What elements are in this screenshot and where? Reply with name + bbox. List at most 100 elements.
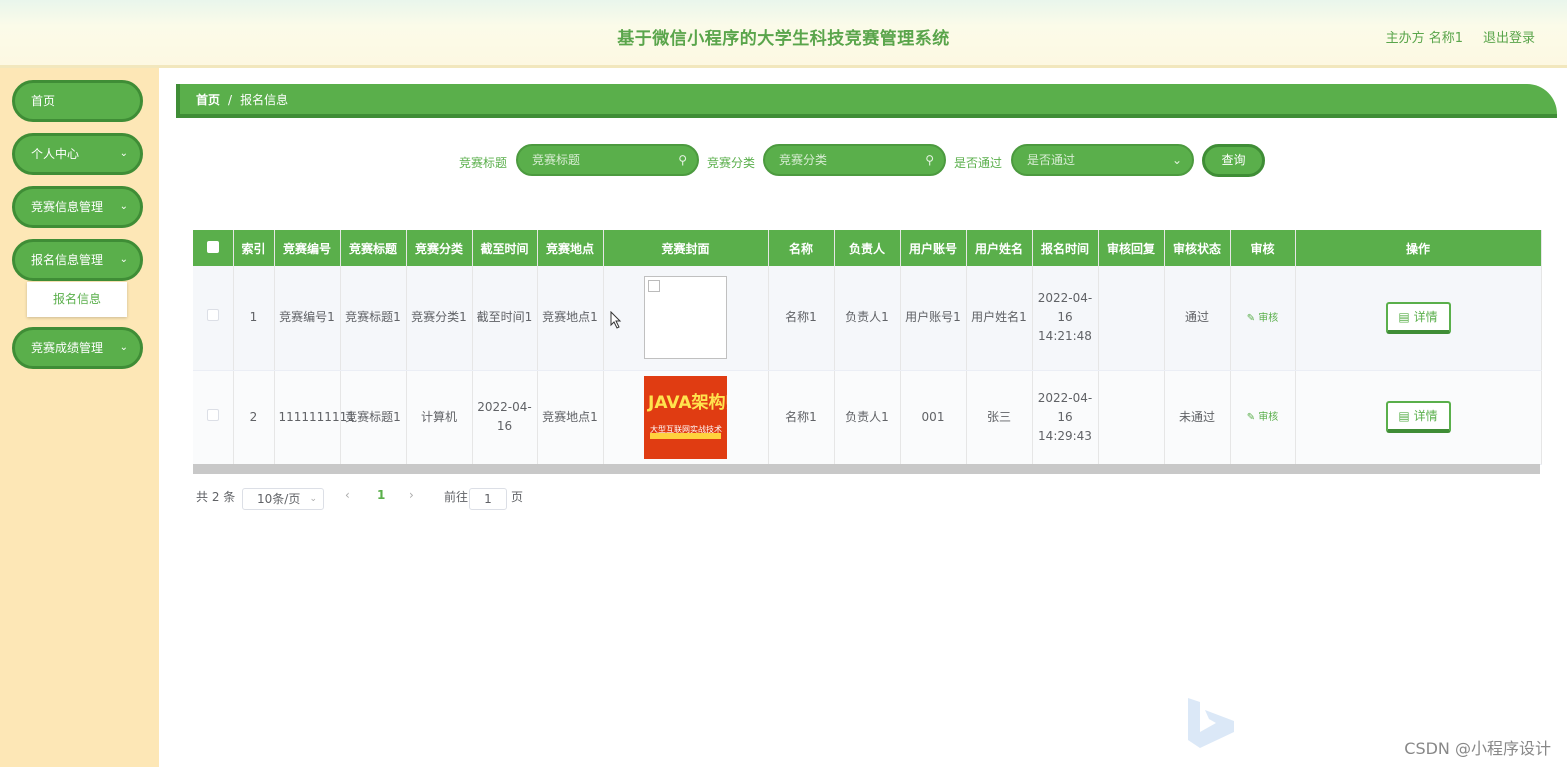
- chevron-down-icon: ⌄: [119, 342, 128, 353]
- column-header: 竞赛地点: [537, 230, 604, 266]
- document-icon: ▤: [1398, 309, 1410, 324]
- goto-page-input[interactable]: 1: [469, 488, 507, 510]
- column-header: 竞赛编号: [274, 230, 341, 266]
- sidebar-item-label: 个人中心: [31, 147, 80, 161]
- sidebar-item-label: 首页: [31, 94, 56, 108]
- page-number[interactable]: 1: [377, 488, 385, 502]
- cell-index: 1: [233, 266, 275, 371]
- column-header: 名称: [768, 230, 835, 266]
- category-search-input[interactable]: 竞赛分类 ⚲: [763, 144, 946, 176]
- cell-action: ▤ 详情: [1295, 370, 1542, 465]
- cell-status: 未通过: [1164, 370, 1231, 465]
- bing-logo: [1188, 698, 1234, 748]
- audit-link[interactable]: ✎ 审核: [1247, 313, 1279, 324]
- logout-link[interactable]: 退出登录: [1483, 27, 1535, 46]
- cell-account: 用户账号1: [900, 266, 967, 371]
- cell-leader: 负责人1: [834, 370, 901, 465]
- column-header: 报名时间: [1032, 230, 1099, 266]
- next-page-icon[interactable]: ›: [409, 488, 414, 502]
- page-size-value: 10条/页: [257, 492, 301, 506]
- sidebar-item-label: 竞赛信息管理: [31, 200, 104, 214]
- cell-name: 名称1: [768, 266, 835, 371]
- table-row: 2 1111111111 竞赛标题1 计算机 2022-04-16 竞赛地点1 …: [193, 370, 1542, 465]
- broken-image-icon: [644, 276, 727, 360]
- column-header: 审核: [1230, 230, 1296, 266]
- cover-decoration: [650, 432, 721, 439]
- audit-label: 审核: [1258, 312, 1279, 324]
- sidebar-item-label: 报名信息管理: [31, 253, 104, 267]
- query-button[interactable]: 查询: [1202, 144, 1265, 177]
- cell-category: 计算机: [406, 370, 473, 465]
- cell-account: 001: [900, 370, 967, 465]
- sidebar-item-personal-center[interactable]: 个人中心 ⌄: [12, 133, 143, 175]
- current-user: 主办方 名称1: [1385, 31, 1463, 46]
- select-all-checkbox[interactable]: [193, 230, 234, 266]
- page-size-select[interactable]: 10条/页 ⌄: [242, 488, 324, 510]
- passed-select-placeholder: 是否通过: [1027, 153, 1076, 167]
- detail-button[interactable]: ▤ 详情: [1385, 301, 1451, 334]
- column-header: 操作: [1295, 230, 1542, 266]
- page-suffix: 页: [511, 490, 524, 504]
- sidebar-item-label: 竞赛成绩管理: [31, 341, 104, 355]
- cell-cover: [603, 266, 769, 371]
- breadcrumb: 首页 / 报名信息: [176, 84, 1557, 118]
- sidebar-item-signup-info[interactable]: 报名信息管理 ⌄: [12, 239, 143, 281]
- total-count: 共 2 条: [196, 490, 236, 504]
- title-search-input[interactable]: 竞赛标题 ⚲: [516, 144, 699, 176]
- column-header: 索引: [233, 230, 275, 266]
- document-icon: ▤: [1398, 409, 1410, 423]
- passed-filter-label: 是否通过: [954, 156, 1003, 170]
- submenu-item-signup-info[interactable]: 报名信息: [27, 282, 127, 317]
- column-header: 负责人: [834, 230, 901, 266]
- cell-audit: ✎ 审核: [1230, 266, 1296, 371]
- audit-link[interactable]: ✎ 审核: [1247, 412, 1279, 423]
- cell-title: 竞赛标题1: [340, 370, 407, 465]
- cell-cover: JAVA架构师 大型互联网实战技术: [603, 370, 769, 465]
- cell-location: 竞赛地点1: [537, 266, 604, 371]
- column-header: 用户姓名: [966, 230, 1033, 266]
- column-header: 截至时间: [472, 230, 538, 266]
- cell-name: 名称1: [768, 370, 835, 465]
- row-checkbox[interactable]: [193, 370, 234, 465]
- column-header: 竞赛标题: [340, 230, 407, 266]
- signup-table: 索引 竞赛编号 竞赛标题 竞赛分类 截至时间 竞赛地点 竞赛封面 名称 负责人 …: [193, 230, 1542, 474]
- sidebar-item-home[interactable]: 首页: [12, 80, 143, 122]
- column-header: 审核回复: [1098, 230, 1165, 266]
- breadcrumb-home[interactable]: 首页: [196, 93, 220, 107]
- horizontal-scrollbar[interactable]: [193, 464, 1540, 474]
- cell-index: 2: [233, 370, 275, 465]
- cell-code: 竞赛编号1: [274, 266, 341, 371]
- edit-icon: ✎: [1246, 312, 1256, 324]
- cell-reply: [1098, 370, 1165, 465]
- prev-page-icon[interactable]: ‹: [345, 488, 350, 502]
- passed-select[interactable]: 是否通过 ⌄: [1011, 144, 1194, 176]
- search-bar: 竞赛标题 竞赛标题 ⚲ 竞赛分类 竞赛分类 ⚲ 是否通过 是否通过 ⌄ 查询: [159, 144, 1567, 178]
- cell-signup-time: 2022-04-16 14:29:43: [1032, 370, 1099, 465]
- cell-category: 竞赛分类1: [406, 266, 473, 371]
- chevron-down-icon: ⌄: [1171, 153, 1182, 167]
- cell-audit: ✎ 审核: [1230, 370, 1296, 465]
- cell-deadline: 截至时间1: [472, 266, 538, 371]
- mouse-cursor-icon: [610, 311, 622, 329]
- cell-leader: 负责人1: [834, 266, 901, 371]
- column-header: 竞赛封面: [603, 230, 769, 266]
- cell-action: ▤ 详情: [1295, 266, 1542, 371]
- cell-location: 竞赛地点1: [537, 370, 604, 465]
- category-filter-label: 竞赛分类: [707, 156, 756, 170]
- watermark: CSDN @小程序设计: [1404, 739, 1551, 758]
- cover-title: JAVA架构师: [648, 392, 727, 413]
- cell-status: 通过: [1164, 266, 1231, 371]
- cell-title: 竞赛标题1: [340, 266, 407, 371]
- row-checkbox[interactable]: [193, 266, 234, 371]
- sidebar-item-competition-info[interactable]: 竞赛信息管理 ⌄: [12, 186, 143, 228]
- cover-image: JAVA架构师 大型互联网实战技术: [644, 375, 727, 459]
- sidebar-item-competition-score[interactable]: 竞赛成绩管理 ⌄: [12, 327, 143, 369]
- column-header: 审核状态: [1164, 230, 1231, 266]
- detail-label: 详情: [1413, 409, 1438, 423]
- search-icon: ⚲: [925, 153, 934, 167]
- detail-button[interactable]: ▤ 详情: [1385, 401, 1451, 433]
- audit-label: 审核: [1258, 412, 1279, 423]
- chevron-down-icon: ⌄: [309, 494, 317, 504]
- table-header-row: 索引 竞赛编号 竞赛标题 竞赛分类 截至时间 竞赛地点 竞赛封面 名称 负责人 …: [193, 230, 1542, 266]
- detail-label: 详情: [1413, 309, 1438, 324]
